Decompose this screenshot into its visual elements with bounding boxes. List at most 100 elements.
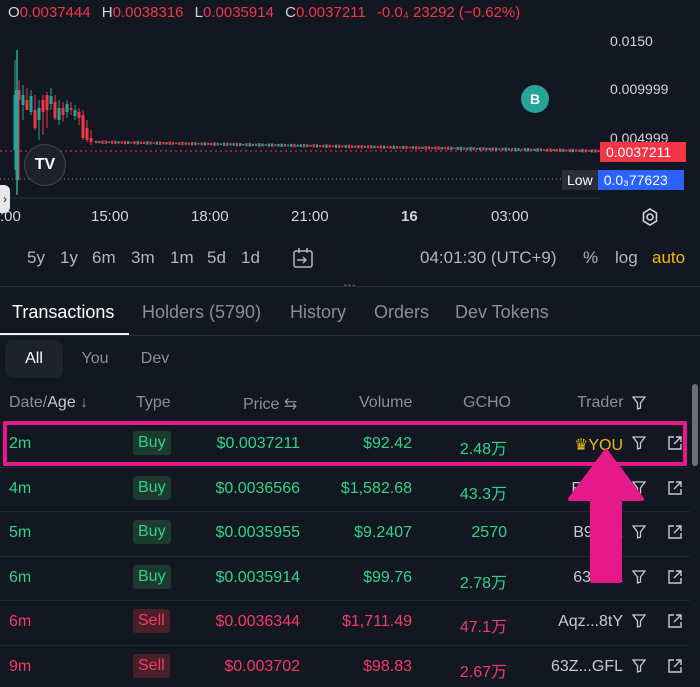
candle-body [104, 140, 107, 144]
candle-body [216, 142, 219, 146]
candle-body [344, 145, 347, 148]
range-1d[interactable]: 1d [241, 248, 260, 268]
range-5d[interactable]: 5d [207, 248, 226, 268]
candle-body [162, 142, 165, 145]
candle-body [472, 147, 475, 151]
external-link-icon[interactable] [667, 480, 683, 496]
row-amount: 2570 [471, 524, 507, 541]
external-link-icon[interactable] [667, 569, 683, 585]
filter-you[interactable]: You [70, 340, 120, 378]
candle-body [181, 141, 184, 146]
candle-body [277, 143, 280, 147]
row-amount: 2.78万 [459, 574, 507, 592]
candle-body [501, 147, 504, 151]
table-row[interactable]: 6m Sell $0.0036344 $1,711.49 47.1万 Aqz...8tY [0, 600, 690, 644]
row-price: $0.0036566 [215, 479, 300, 497]
candle-body [351, 145, 354, 148]
ohlc-low-key: L [194, 4, 204, 21]
candle-body [37, 108, 41, 120]
chevron-right-icon[interactable]: › [0, 185, 10, 213]
candle-body [450, 146, 453, 150]
candle-body [299, 144, 302, 147]
row-volume: $99.76 [363, 568, 412, 586]
candle-body [328, 144, 331, 148]
tab-dev-tokens[interactable]: Dev Tokens [455, 302, 549, 323]
candle-body [562, 148, 565, 152]
current-price-tag: 0.0037211 [600, 142, 686, 162]
column-header-age[interactable]: Date/Age ↓ [9, 394, 88, 412]
candle-body [232, 143, 235, 146]
candle-body [338, 144, 341, 148]
candle-body [136, 141, 139, 145]
candle-body [57, 108, 61, 120]
candle-body [207, 142, 210, 146]
ohlc-close-value: 0.0037211 [295, 4, 366, 21]
candle-body [463, 147, 466, 150]
tab-holders[interactable]: Holders (5790) [142, 302, 261, 323]
chart-clock[interactable]: 04:01:30 (UTC+9) [420, 248, 557, 268]
candle-body [184, 142, 187, 145]
candle-body [267, 143, 270, 147]
table-row[interactable]: 9m Sell $0.003702 $98.83 2.67万 63Z...GFL [0, 644, 690, 687]
candle-body [459, 146, 462, 151]
filter-icon[interactable] [632, 614, 646, 628]
candle-body [431, 147, 434, 149]
candle-body [587, 149, 590, 152]
tradingview-logo[interactable]: TV [24, 144, 66, 186]
log-scale-toggle[interactable]: log [615, 248, 638, 268]
candle-body [283, 143, 286, 147]
ohlc-low-value: 0.0035914 [203, 4, 274, 21]
external-link-icon[interactable] [667, 658, 683, 674]
candle-body [552, 149, 555, 152]
candle-body [155, 141, 158, 145]
row-trader[interactable]: 63Z...GFL [551, 658, 623, 676]
filter-all[interactable]: All [5, 340, 63, 378]
filter-icon[interactable] [632, 658, 646, 673]
buy-marker[interactable]: B [521, 85, 549, 113]
candle-body [146, 141, 149, 145]
column-header-price[interactable]: Price ⇆ [243, 394, 297, 414]
candle-body [315, 144, 318, 148]
filter-dev[interactable]: Dev [130, 340, 180, 378]
settings-icon[interactable] [639, 207, 661, 229]
range-6m[interactable]: 6m [92, 248, 116, 268]
tab-transactions[interactable]: Transactions [12, 302, 114, 323]
candle-body [242, 143, 245, 146]
auto-scale-toggle[interactable]: auto [652, 248, 685, 268]
candle-body [77, 112, 81, 118]
row-price: $0.0035955 [215, 524, 300, 541]
price-chart[interactable]: O0.0037444 H0.0038316 L0.0035914 C0.0037… [0, 0, 700, 280]
y-axis-label: 0.0150 [610, 33, 653, 49]
candle-body [479, 147, 482, 151]
candle-body [287, 144, 290, 147]
candle-body [418, 146, 421, 150]
row-price: $0.003702 [224, 657, 300, 675]
candle-body [223, 142, 226, 146]
tab-orders[interactable]: Orders [374, 302, 429, 323]
candle-body [98, 140, 101, 144]
candle-body [453, 147, 456, 150]
row-price: $0.0035914 [215, 568, 300, 586]
ohlc-open-value: 0.0037444 [19, 4, 91, 21]
filter-icon[interactable] [632, 396, 646, 410]
tab-history[interactable]: History [290, 302, 346, 323]
scrollbar[interactable] [692, 384, 698, 466]
percent-scale-toggle[interactable]: % [583, 248, 598, 268]
candle-body [210, 142, 213, 146]
range-5y[interactable]: 5y [27, 248, 45, 268]
calendar-goto-icon[interactable] [291, 246, 315, 270]
table-header: Date/Age ↓ Type Price ⇆ Volume GCHO Trad… [0, 384, 690, 422]
range-1y[interactable]: 1y [60, 248, 78, 268]
external-link-icon[interactable] [667, 613, 683, 629]
candle-body [130, 141, 133, 144]
row-type-badge: Buy [133, 564, 171, 589]
range-1m[interactable]: 1m [170, 248, 194, 268]
row-trader[interactable]: Aqz...8tY [558, 613, 623, 631]
range-3m[interactable]: 3m [131, 248, 155, 268]
candle-body [73, 110, 77, 116]
candle-body [360, 145, 363, 149]
external-link-icon[interactable] [667, 524, 683, 540]
candle-body [389, 145, 392, 149]
candle-body [536, 148, 539, 152]
candle-body [466, 147, 469, 150]
